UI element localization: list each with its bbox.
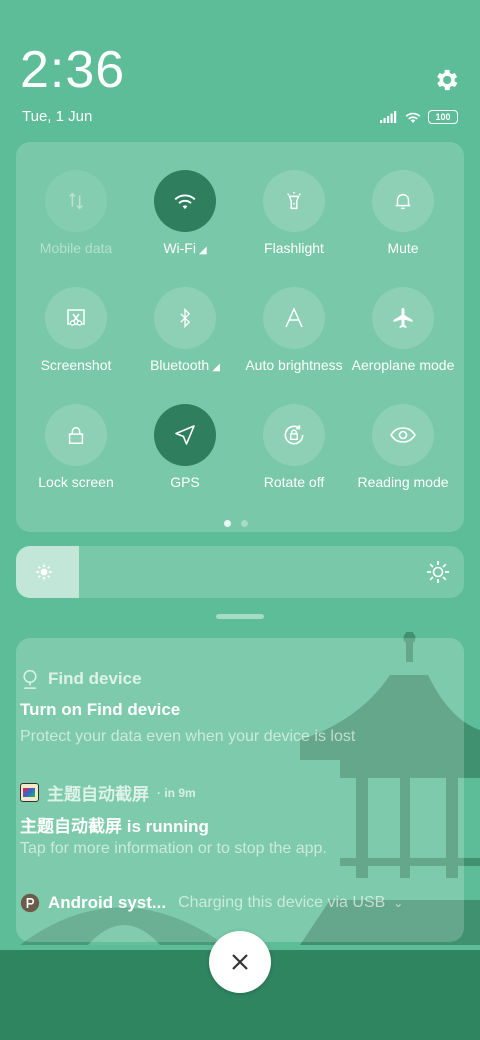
tile-gps[interactable]: GPS [129, 404, 241, 490]
clock[interactable]: 2:36 [20, 40, 125, 100]
bluetooth-icon [180, 308, 191, 328]
gear-icon[interactable] [432, 66, 460, 94]
status-icons: 100 [380, 108, 458, 126]
tile-label: Reading mode [357, 474, 449, 490]
airplane-icon [393, 308, 413, 328]
notification-title[interactable]: 主题自动截屏 is running [20, 812, 209, 837]
date[interactable]: Tue, 1 Jun [22, 108, 92, 125]
notification-body[interactable]: Tap for more information or to stop the … [20, 840, 327, 858]
tile-label: Wi-Fi [163, 240, 196, 256]
caret-icon: ◢ [212, 362, 220, 373]
notification-app-name: Android syst... [48, 893, 167, 912]
tile-mute[interactable]: Mute [347, 170, 459, 256]
tile-flashlight[interactable]: Flashlight [238, 170, 350, 256]
flashlight-icon [287, 191, 301, 210]
location-arrow-icon [175, 425, 195, 445]
screenshot-icon [67, 309, 85, 326]
notification-header[interactable]: Find device [20, 668, 142, 690]
tile-label: Auto brightness [245, 357, 343, 373]
tile-label: Aeroplane mode [351, 357, 455, 373]
notification-time: · in 9m [157, 785, 196, 800]
page-dot [241, 520, 248, 527]
lock-icon [68, 426, 84, 444]
close-icon [232, 954, 248, 970]
page-indicator [224, 520, 248, 527]
tile-screenshot[interactable]: Screenshot [20, 287, 132, 373]
tile-label: Mute [387, 240, 419, 256]
location-pin-icon [23, 669, 37, 689]
app-icon [20, 783, 39, 802]
brightness-low-icon [36, 564, 52, 580]
tile-label: Flashlight [264, 240, 324, 256]
wifi-icon [405, 112, 421, 123]
tile-label: Rotate off [263, 474, 325, 490]
battery-icon: 100 [428, 110, 458, 124]
notification-summary: Charging this device via USB [178, 894, 386, 911]
signal-icon [380, 111, 397, 123]
rotate-lock-icon [284, 425, 304, 445]
page-dot-active [224, 520, 231, 527]
notification-app-name: Find device [48, 669, 142, 688]
tile-reading-mode[interactable]: Reading mode [347, 404, 459, 490]
tile-aeroplane-mode[interactable]: Aeroplane mode [347, 287, 459, 373]
notification-header[interactable]: 主题自动截屏 · in 9m [20, 780, 196, 805]
wifi-icon [174, 194, 196, 210]
notification-app-name: 主题自动截屏 [47, 785, 149, 804]
tile-label: Lock screen [38, 474, 114, 490]
bell-icon [395, 193, 411, 210]
mobile-data-icon [69, 192, 83, 210]
tile-label: Screenshot [40, 357, 112, 373]
close-button[interactable] [209, 931, 271, 993]
tile-bluetooth[interactable]: Bluetooth ◢ [129, 287, 241, 373]
tile-label: GPS [170, 474, 200, 490]
brightness-high-icon [427, 561, 449, 583]
notification-header[interactable]: Android syst... Charging this device via… [20, 893, 403, 913]
tile-rotate[interactable]: Rotate off [238, 404, 350, 490]
caret-icon: ◢ [198, 245, 207, 256]
tile-auto-brightness[interactable]: Auto brightness [238, 287, 350, 373]
auto-brightness-icon [285, 307, 303, 328]
tile-lock-screen[interactable]: Lock screen [20, 404, 132, 490]
notification-body[interactable]: Protect your data even when your device … [20, 728, 355, 746]
tile-mobile-data[interactable]: Mobile data [20, 170, 132, 256]
chevron-down-icon: ⌄ [393, 896, 404, 910]
eye-icon [390, 427, 416, 443]
tile-label: Mobile data [39, 240, 113, 256]
tile-wifi[interactable]: Wi-Fi ◢ [129, 170, 241, 256]
notification-title[interactable]: Turn on Find device [20, 700, 180, 720]
android-system-icon [20, 893, 40, 913]
tile-label: Bluetooth [150, 357, 210, 373]
brightness-slider[interactable] [16, 546, 464, 598]
drag-handle[interactable] [216, 614, 264, 619]
